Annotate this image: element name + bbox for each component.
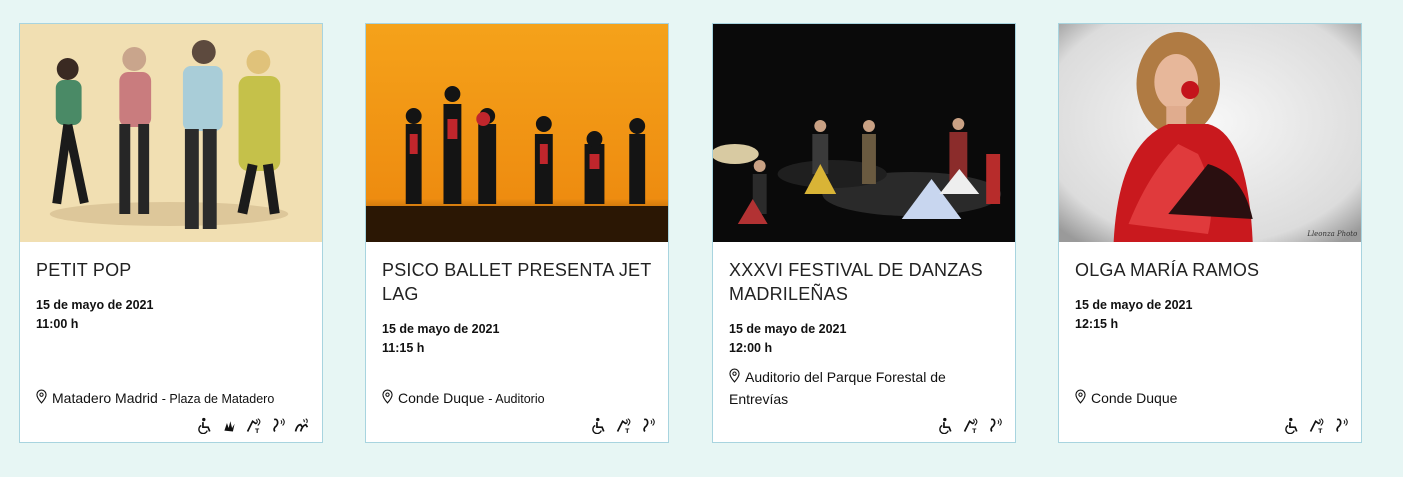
wheelchair-icon — [197, 417, 214, 434]
event-location: Conde Duque - Auditorio — [382, 388, 656, 410]
event-image[interactable]: Lleonza Photo — [1059, 24, 1361, 242]
hearing-loop-icon — [639, 417, 656, 434]
event-card-grid: PETIT POP 15 de mayo de 2021 11:00 h Mat… — [0, 0, 1403, 477]
event-card[interactable]: Lleonza Photo OLGA MARÍA RAMOS 15 de may… — [1058, 23, 1362, 443]
event-image[interactable] — [713, 24, 1015, 242]
hearing-loop-icon — [1332, 417, 1349, 434]
map-pin-icon — [382, 389, 395, 410]
event-time: 12:00 h — [729, 341, 773, 355]
photo-credit: Lleonza Photo — [1306, 230, 1357, 238]
event-image[interactable] — [20, 24, 322, 242]
event-time: 11:00 h — [36, 317, 79, 331]
event-card[interactable]: PSICO BALLET PRESENTA JET LAG 15 de mayo… — [365, 23, 669, 443]
event-title[interactable]: PSICO BALLET PRESENTA JET LAG — [382, 258, 652, 306]
audio-description-icon: T — [615, 417, 632, 434]
svg-text:T: T — [625, 428, 630, 434]
event-location: Auditorio del Parque Forestal de Entreví… — [729, 367, 1003, 410]
event-time: 11:15 h — [382, 341, 425, 355]
event-date: 15 de mayo de 2021 — [382, 322, 500, 336]
venue-name: Auditorio del Parque Forestal de Entreví… — [729, 369, 946, 407]
venue-name: Conde Duque — [1091, 390, 1178, 406]
svg-text:T: T — [255, 428, 260, 434]
map-pin-icon — [36, 389, 49, 410]
map-pin-icon — [1075, 389, 1088, 410]
map-pin-icon — [729, 368, 742, 389]
accessibility-icons: T — [1284, 417, 1349, 434]
hearing-loop-icon — [986, 417, 1003, 434]
event-date: 15 de mayo de 2021 — [36, 298, 154, 312]
event-title[interactable]: PETIT POP — [36, 258, 306, 282]
event-image[interactable] — [366, 24, 668, 242]
audio-description-icon: T — [962, 417, 979, 434]
accessibility-icons: T — [938, 417, 1003, 434]
event-location: Matadero Madrid - Plaza de Matadero — [36, 388, 310, 410]
venue-subname: - Auditorio — [488, 392, 545, 406]
event-title[interactable]: XXXVI FESTIVAL DE DANZAS MADRILEÑAS — [729, 258, 999, 306]
event-time: 12:15 h — [1075, 317, 1119, 331]
svg-text:T: T — [1318, 428, 1323, 434]
event-card[interactable]: XXXVI FESTIVAL DE DANZAS MADRILEÑAS 15 d… — [712, 23, 1016, 443]
event-title[interactable]: OLGA MARÍA RAMOS — [1075, 258, 1345, 282]
hearing-loop-icon — [269, 417, 286, 434]
event-card[interactable]: PETIT POP 15 de mayo de 2021 11:00 h Mat… — [19, 23, 323, 443]
audio-description-icon: T — [245, 417, 262, 434]
svg-text:T: T — [972, 428, 977, 434]
accessibility-icons: T — [197, 417, 310, 434]
event-date: 15 de mayo de 2021 — [1075, 298, 1193, 312]
wheelchair-icon — [591, 417, 608, 434]
wheelchair-icon — [1284, 417, 1301, 434]
sign-language-hands-icon — [293, 417, 310, 434]
event-location: Conde Duque — [1075, 388, 1349, 410]
audio-description-icon: T — [1308, 417, 1325, 434]
wheelchair-icon — [938, 417, 955, 434]
accessibility-icons: T — [591, 417, 656, 434]
venue-name: Matadero Madrid — [52, 390, 158, 406]
venue-subname: - Plaza de Matadero — [161, 392, 275, 406]
venue-name: Conde Duque — [398, 390, 485, 406]
event-date: 15 de mayo de 2021 — [729, 322, 847, 336]
sign-language-icon — [221, 417, 238, 434]
